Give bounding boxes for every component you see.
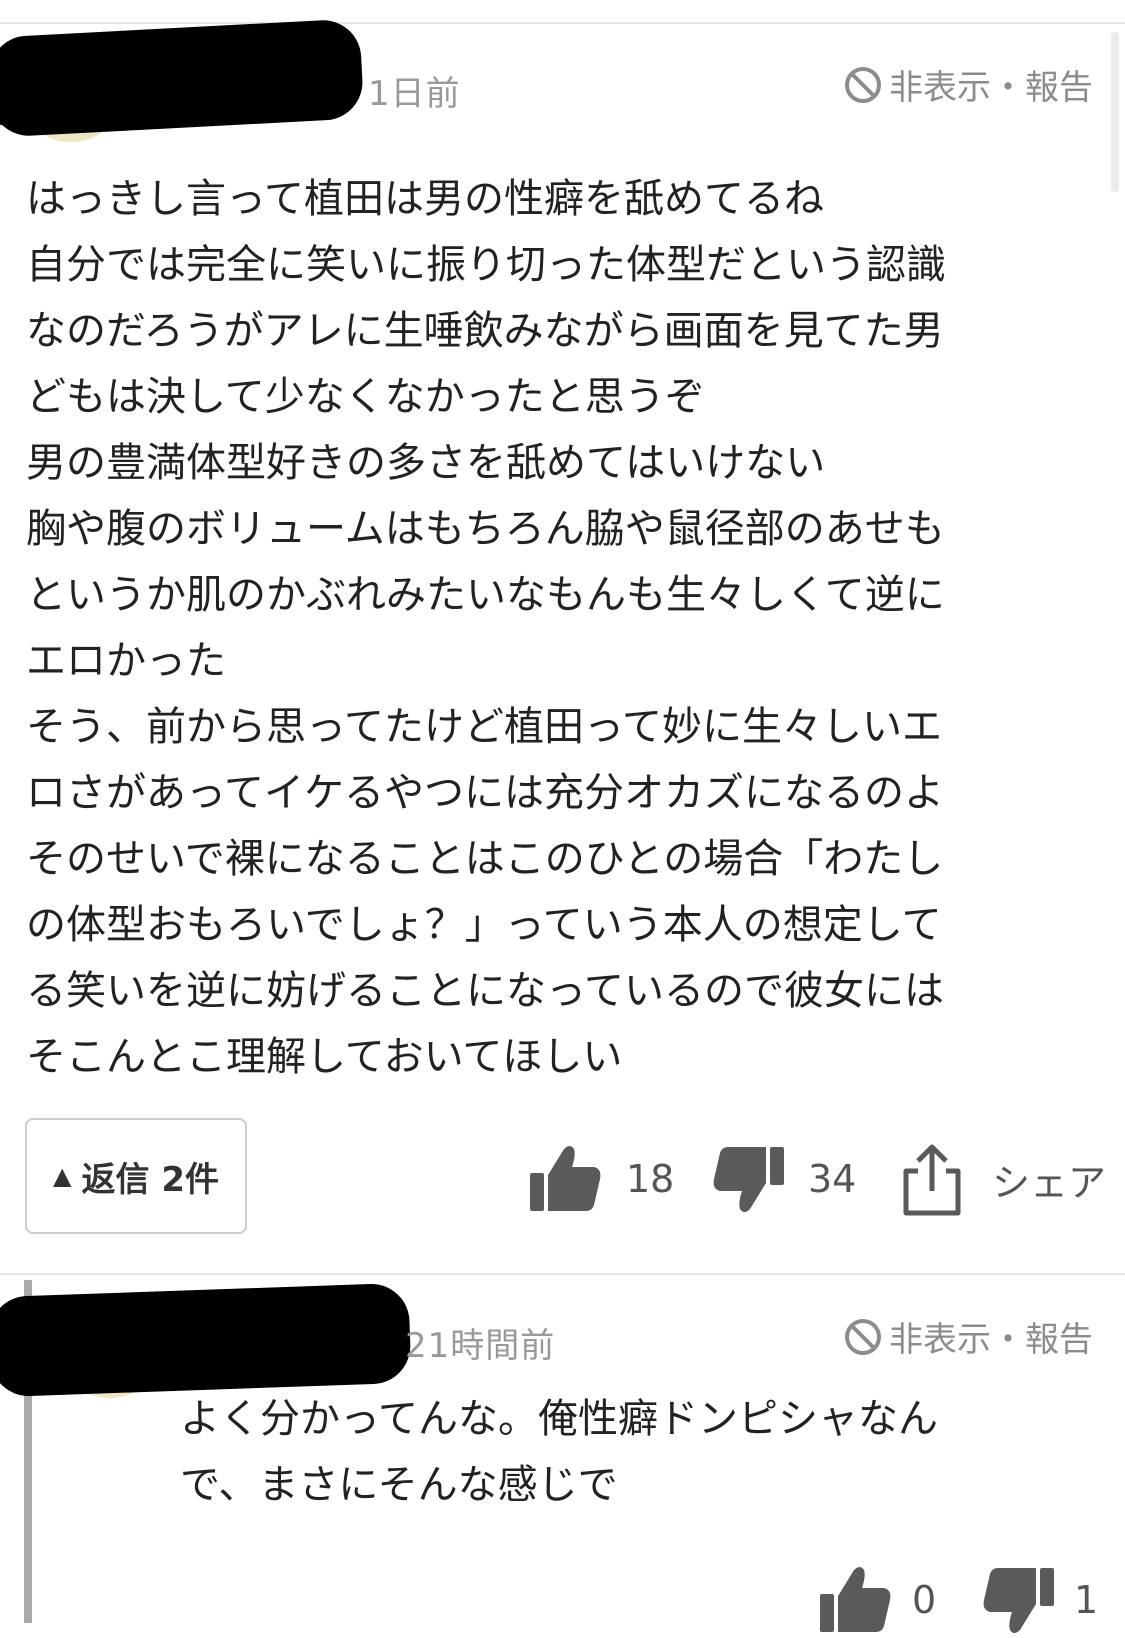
- block-icon: [845, 1318, 881, 1355]
- hide-report-label: 非表示・報告: [889, 68, 1093, 108]
- reply-like-count: 0: [912, 1578, 937, 1622]
- replies-toggle-button[interactable]: ▲ 返信 2件: [25, 1118, 247, 1234]
- hide-report-label: 非表示・報告: [889, 1320, 1093, 1360]
- share-button[interactable]: シェア: [894, 1141, 1106, 1217]
- thumbs-down-icon: [983, 1568, 1054, 1633]
- top-divider: [0, 22, 1125, 24]
- reply-time: 21時間前: [405, 1326, 556, 1366]
- hide-report-link[interactable]: 非表示・報告: [843, 60, 1093, 109]
- comment-time: 1日前: [368, 74, 461, 114]
- share-icon: [903, 1144, 961, 1216]
- scrollbar[interactable]: [1111, 32, 1119, 192]
- thumbs-up-icon: [820, 1567, 891, 1632]
- dislike-count: 34: [808, 1157, 857, 1201]
- reply-dislike-count: 1: [1074, 1578, 1099, 1622]
- like-count: 18: [626, 1157, 675, 1201]
- reply-hide-report-link[interactable]: 非表示・報告: [843, 1312, 1093, 1361]
- comment-body: はっきし言って植田は男の性癖を舐めてるね 自分では完全に笑いに振り切った体型だと…: [26, 176, 946, 1080]
- thumbs-up-icon: [530, 1146, 601, 1211]
- thumbs-down-icon: [713, 1147, 784, 1212]
- redacted-username-extra: [0, 68, 160, 126]
- dislike-button[interactable]: 34: [710, 1141, 856, 1217]
- like-button[interactable]: 18: [528, 1141, 674, 1217]
- reply-dislike-button[interactable]: 1: [980, 1562, 1098, 1638]
- reply-like-button[interactable]: 0: [818, 1562, 936, 1638]
- triangle-up-icon: ▲: [53, 1162, 72, 1190]
- redacted-username: [0, 1282, 412, 1398]
- reply-body: よく分かってんな。俺性癖ドンピシャなん で、まさにそんな感じで: [180, 1396, 938, 1508]
- replies-count-label: 返信 2件: [81, 1159, 219, 1200]
- section-divider: [0, 1273, 1125, 1275]
- share-label: シェア: [992, 1160, 1107, 1205]
- block-icon: [845, 66, 881, 103]
